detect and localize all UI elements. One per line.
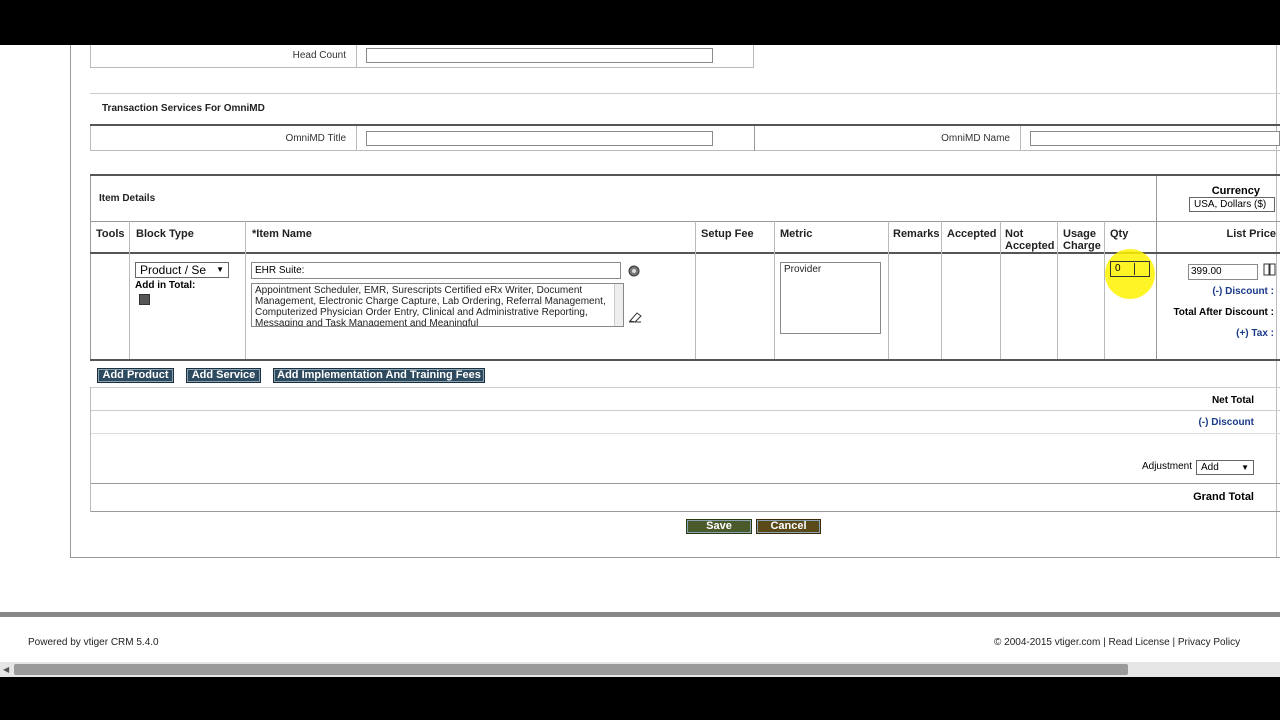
col-list-price: List Price — [1226, 228, 1276, 240]
col-qty: Qty — [1110, 228, 1129, 240]
item-description-textarea[interactable]: Appointment Scheduler, EMR, Surescripts … — [251, 283, 624, 327]
footer-links: © 2004-2015 vtiger.com | Read License | … — [994, 637, 1241, 648]
cancel-button[interactable]: Cancel — [756, 519, 821, 534]
head-count-label: Head Count — [292, 50, 346, 61]
price-book-icon[interactable] — [1263, 263, 1277, 276]
frame-bottom-border — [70, 557, 1280, 558]
grand-total-label: Grand Total — [1193, 491, 1254, 503]
currency-label: Currency — [1211, 185, 1260, 197]
total-discount-link[interactable]: (-) Discount — [1150, 417, 1254, 428]
transaction-header-bar — [90, 93, 1280, 125]
add-implementation-button[interactable]: Add Implementation And Training Fees — [273, 368, 485, 383]
col-setup-fee: Setup Fee — [701, 228, 754, 240]
scrollbar-thumb[interactable] — [14, 664, 1128, 675]
omnimd-name-input[interactable] — [1030, 131, 1280, 146]
save-button[interactable]: Save — [686, 519, 752, 534]
currency-select[interactable]: USA, Dollars ($) — [1189, 197, 1275, 212]
row-tax-link[interactable]: (+) Tax : — [1180, 328, 1274, 339]
add-in-total-checkbox[interactable] — [139, 294, 150, 305]
crm-edit-page: Head Count Transaction Services For Omni… — [0, 45, 1280, 677]
add-product-button[interactable]: Add Product — [97, 368, 174, 383]
total-after-discount-label: Total After Discount : — [1173, 307, 1274, 318]
adjustment-label: Adjustment — [1141, 461, 1192, 472]
omnimd-title-label: OmniMD Title — [285, 133, 346, 144]
copyright-text: © 2004-2015 vtiger.com — [994, 637, 1101, 648]
row-discount-link[interactable]: (-) Discount : — [1170, 286, 1274, 297]
col-usage-charge: Usage Charge — [1063, 228, 1101, 252]
item-name-input[interactable]: EHR Suite: — [251, 262, 621, 279]
description-scrollbar[interactable] — [614, 284, 623, 326]
chevron-down-icon: ▼ — [1241, 463, 1249, 472]
read-license-link[interactable]: Read License — [1109, 637, 1170, 648]
search-product-icon[interactable] — [627, 264, 641, 278]
omnimd-name-label: OmniMD Name — [941, 133, 1010, 144]
col-not-accepted: Not Accepted — [1005, 228, 1055, 252]
col-remarks: Remarks — [893, 228, 940, 240]
adjustment-select[interactable]: Add ▼ — [1196, 460, 1254, 475]
powered-by-text: Powered by vtiger CRM 5.4.0 — [28, 637, 159, 648]
item-details-title: Item Details — [99, 193, 156, 204]
col-tools: Tools — [96, 228, 125, 240]
list-price-input[interactable]: 399.00 — [1188, 264, 1258, 280]
net-total-label: Net Total — [1211, 395, 1254, 406]
horizontal-scrollbar[interactable]: ◀ — [0, 662, 1280, 677]
omnimd-title-input[interactable] — [366, 131, 713, 146]
block-type-select[interactable]: Product / Se ▼ — [135, 262, 229, 278]
col-item-name: *Item Name — [252, 228, 312, 240]
chevron-down-icon: ▼ — [216, 265, 224, 274]
privacy-policy-link[interactable]: Privacy Policy — [1178, 637, 1240, 648]
metric-textarea[interactable]: Provider — [780, 262, 881, 334]
col-metric: Metric — [780, 228, 813, 240]
head-count-input[interactable] — [366, 48, 713, 63]
col-accepted: Accepted — [947, 228, 997, 240]
qty-input[interactable]: 0 — [1110, 261, 1150, 277]
add-service-button[interactable]: Add Service — [186, 368, 261, 383]
add-in-total-label: Add in Total: — [135, 280, 196, 291]
scroll-left-icon[interactable]: ◀ — [3, 665, 9, 674]
col-block-type: Block Type — [136, 228, 194, 240]
eraser-icon[interactable] — [628, 311, 642, 323]
frame-left-border — [70, 45, 71, 557]
